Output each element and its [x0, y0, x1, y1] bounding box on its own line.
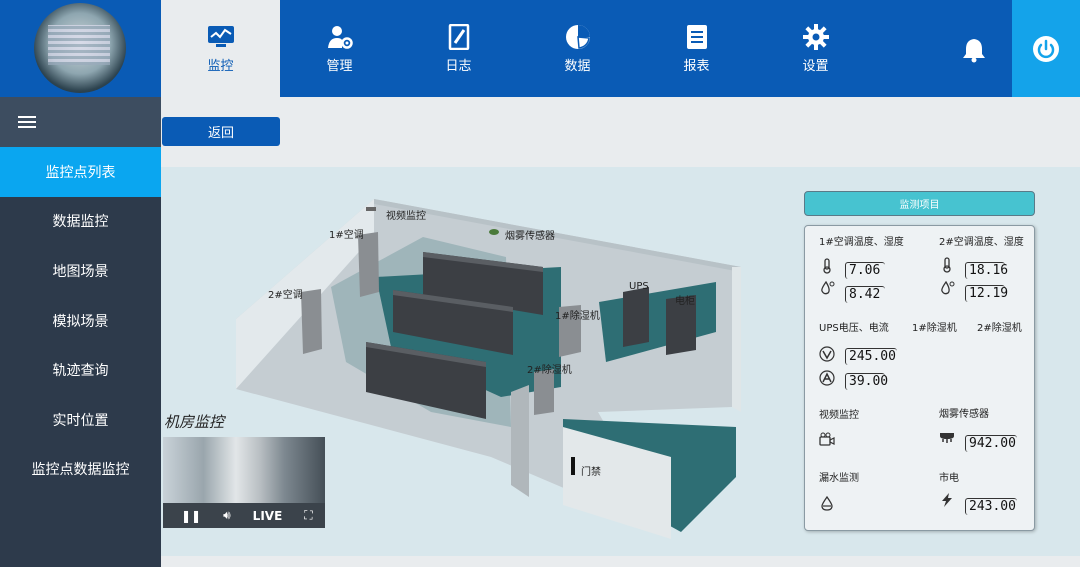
access-control[interactable]	[571, 457, 575, 475]
ac-unit-1[interactable]	[358, 232, 379, 297]
voltage-icon	[819, 346, 835, 362]
ac1-temp-value: 7.06	[845, 262, 885, 279]
ups-unit[interactable]	[623, 287, 649, 347]
pie-chart-icon	[565, 23, 591, 51]
nav-settings[interactable]: 设置	[756, 0, 875, 97]
video-player[interactable]: ❚❚ 🔊︎ LIVE ⛶	[163, 437, 325, 528]
dehum1-title: 1#除湿机	[912, 323, 957, 334]
sidebar: 监控点列表 数据监控 地图场景 模拟场景 轨迹查询 实时位置 监控点数据监控	[0, 97, 161, 567]
scene-label: 1#除湿机	[555, 311, 600, 322]
current-icon	[819, 370, 835, 386]
monitor-header[interactable]: 监测项目	[804, 191, 1035, 216]
nav-monitor[interactable]: 监控	[161, 0, 280, 97]
power-icon	[1033, 35, 1059, 62]
mains-power-title: 市电	[939, 473, 959, 484]
pause-icon[interactable]: ❚❚	[181, 509, 201, 523]
ac2-temp-value: 18.16	[965, 262, 1008, 279]
ups-title: UPS电压、电流	[819, 323, 889, 334]
volume-icon[interactable]: 🔊︎	[223, 508, 231, 523]
ac2-hum-value: 12.19	[965, 285, 1008, 302]
nav-label: 日志	[445, 59, 472, 74]
menu-toggle[interactable]	[0, 97, 161, 147]
scene-label: 烟雾传感器	[505, 231, 555, 242]
lightning-icon	[942, 493, 952, 507]
thermometer-icon	[943, 257, 951, 273]
sidebar-item-point-data-monitor[interactable]: 监控点数据监控	[0, 445, 161, 495]
smoke-sensor[interactable]	[489, 229, 499, 235]
sidebar-item-realtime-position[interactable]: 实时位置	[0, 395, 161, 445]
camera[interactable]	[366, 207, 376, 211]
sidebar-item-map-scene[interactable]: 地图场景	[0, 246, 161, 296]
nav-label: 报表	[683, 59, 710, 74]
ac2-title: 2#空调温度、湿度	[939, 237, 1024, 248]
fullscreen-icon[interactable]: ⛶	[304, 508, 312, 523]
notebook-icon	[448, 23, 470, 51]
smoke-value: 942.00	[965, 435, 1017, 452]
video-title: 机房监控	[164, 413, 225, 431]
bell-icon[interactable]	[952, 35, 996, 65]
back-button[interactable]: 返回	[162, 117, 280, 146]
avatar[interactable]	[34, 3, 126, 93]
sidebar-item-track-query[interactable]: 轨迹查询	[0, 345, 161, 395]
logo-area	[0, 0, 161, 97]
monitor-icon	[207, 23, 235, 51]
nav-manage[interactable]: 管理	[280, 0, 399, 97]
ac1-hum-value: 8.42	[845, 286, 885, 303]
main-nav: 监控 管理 日志 数据 报表 设置	[161, 0, 875, 97]
nav-label: 管理	[326, 59, 353, 74]
live-badge: LIVE	[252, 508, 283, 523]
sidebar-item-data-monitor[interactable]: 数据监控	[0, 197, 161, 247]
scene-label: 门禁	[581, 467, 601, 478]
video-camera-icon[interactable]	[819, 432, 835, 448]
video-controls: ❚❚ 🔊︎ LIVE ⛶	[163, 503, 325, 528]
hamburger-icon	[18, 113, 36, 131]
video-frame	[163, 437, 325, 503]
scene-label: 电柜	[675, 296, 695, 307]
nav-log[interactable]: 日志	[399, 0, 518, 97]
nav-data[interactable]: 数据	[518, 0, 637, 97]
ac1-title: 1#空调温度、湿度	[819, 237, 904, 248]
sidebar-item-sim-scene[interactable]: 模拟场景	[0, 296, 161, 346]
monitor-panel: 1#空调温度、湿度 2#空调温度、湿度 7.06 8.42 18.16 12.1…	[804, 225, 1035, 531]
smoke-sensor-icon	[940, 433, 954, 443]
ups-current-value: 39.00	[845, 373, 888, 390]
nav-label: 监控	[207, 59, 234, 74]
thermometer-icon	[823, 258, 831, 274]
scene-label: UPS	[629, 281, 649, 292]
nav-report[interactable]: 报表	[637, 0, 756, 97]
scene-label: 视频监控	[386, 211, 426, 222]
top-bar: 监控 管理 日志 数据 报表 设置	[0, 0, 1080, 97]
video-monitor-title: 视频监控	[819, 410, 859, 421]
mains-power-value: 243.00	[965, 498, 1017, 515]
ups-voltage-value: 245.00	[845, 348, 897, 365]
sidebar-item-point-list[interactable]: 监控点列表	[0, 147, 161, 197]
leak-title: 漏水监测	[819, 473, 859, 484]
gear-icon	[802, 23, 829, 51]
nav-label: 数据	[564, 59, 591, 74]
scene-label: 1#空调	[329, 230, 364, 241]
user-gear-icon	[327, 23, 353, 51]
humidity-icon	[941, 280, 955, 295]
ac-unit-2[interactable]	[301, 289, 322, 354]
scene-label: 2#空调	[268, 290, 303, 301]
scene-label: 2#除湿机	[527, 365, 572, 376]
document-icon	[686, 23, 708, 51]
humidity-icon	[821, 280, 835, 295]
smoke-title: 烟雾传感器	[939, 409, 989, 420]
power-button[interactable]	[1012, 0, 1080, 97]
nav-label: 设置	[802, 59, 829, 74]
dehum2-title: 2#除湿机	[977, 323, 1022, 334]
water-leak-icon	[821, 496, 833, 511]
